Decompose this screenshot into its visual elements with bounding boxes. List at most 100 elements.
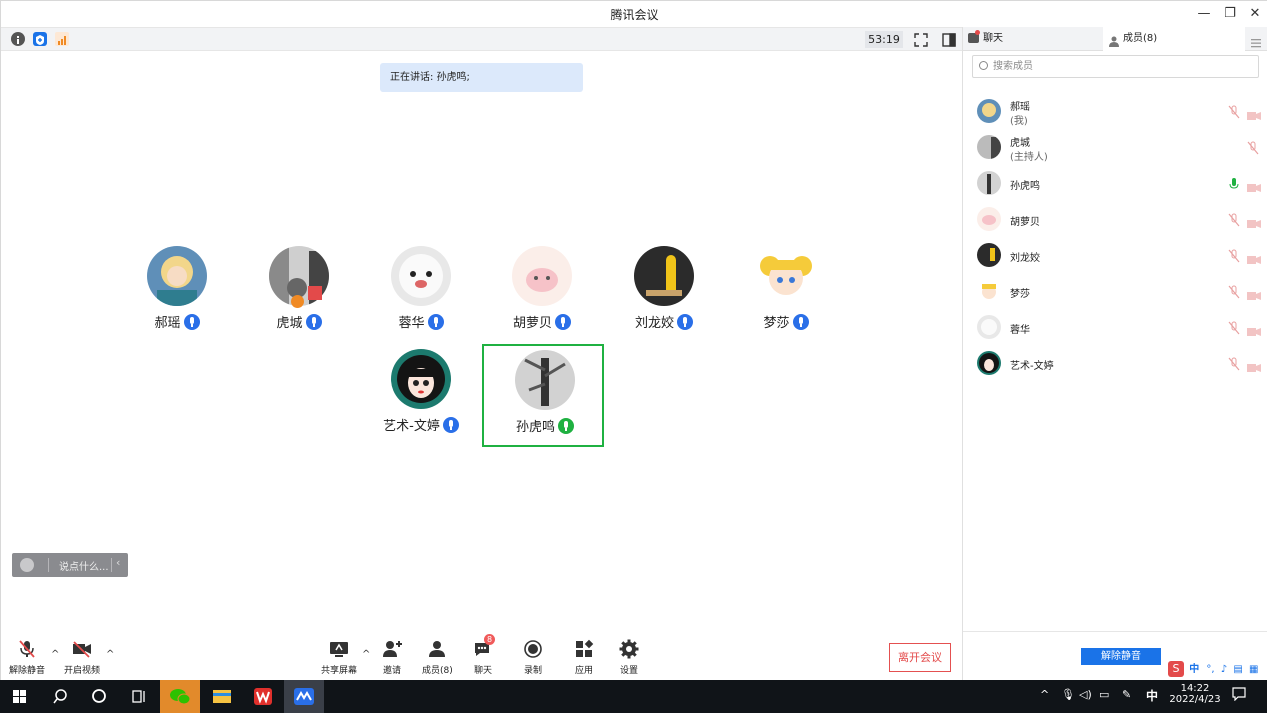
quick-chat-input[interactable]: 说点什么... ‹ bbox=[12, 553, 128, 577]
ime-mode-indicator[interactable]: 中 bbox=[1146, 687, 1158, 720]
wechat-icon[interactable] bbox=[160, 680, 200, 713]
member-row[interactable]: 虎城 (主持人) bbox=[963, 130, 1267, 164]
pen-tray-icon[interactable]: ✎ bbox=[1122, 688, 1131, 721]
camera-off-icon[interactable] bbox=[1247, 286, 1261, 300]
share-options-caret-icon[interactable]: ^ bbox=[362, 649, 370, 660]
invite-label: 邀请 bbox=[382, 666, 401, 676]
restore-button[interactable]: ❐ bbox=[1218, 4, 1242, 24]
mic-muted-icon[interactable] bbox=[1228, 104, 1240, 119]
wps-office-icon[interactable] bbox=[243, 680, 283, 713]
unmute-all-button[interactable]: 解除静音 bbox=[1081, 648, 1161, 665]
settings-button[interactable]: 设置 bbox=[619, 639, 639, 676]
unmute-button[interactable]: 解除静音 bbox=[9, 639, 45, 676]
mic-icon bbox=[183, 314, 200, 330]
mic-muted-icon[interactable] bbox=[1247, 140, 1259, 155]
participant-name: 孙虎鸣 bbox=[515, 420, 555, 435]
search-placeholder: 搜索成员 bbox=[993, 61, 1033, 72]
sidebar-tabs: 聊天 成员(8) bbox=[963, 27, 1267, 51]
mic-speaking-icon[interactable] bbox=[1228, 176, 1240, 190]
member-row[interactable]: 蓉华 bbox=[963, 310, 1267, 344]
participant-tile[interactable]: 郝瑶 bbox=[116, 246, 238, 348]
camera-off-icon[interactable] bbox=[1247, 250, 1261, 264]
members-button[interactable]: 成员(8) bbox=[422, 639, 453, 676]
participant-tile[interactable]: 艺术-文婷 bbox=[360, 349, 482, 451]
member-row[interactable]: 郝瑶 (我) bbox=[963, 94, 1267, 128]
mic-muted-icon[interactable] bbox=[1228, 284, 1240, 299]
video-options-caret-icon[interactable]: ^ bbox=[106, 649, 114, 660]
video-area: 正在讲话: 孙虎鸣; 郝瑶 虎城 蓉华 胡萝贝 刘龙姣 梦莎 艺术-文婷 孙虎鸣… bbox=[1, 51, 962, 631]
apps-button[interactable]: 应用 bbox=[574, 639, 594, 676]
member-row[interactable]: 孙虎鸣 bbox=[963, 166, 1267, 200]
camera-off-icon[interactable] bbox=[1247, 106, 1261, 120]
record-button[interactable]: 录制 bbox=[523, 639, 543, 676]
member-search-input[interactable]: 搜索成员 bbox=[972, 55, 1259, 78]
microphone-tray-icon[interactable]: 🎙 bbox=[1061, 688, 1075, 721]
members-icon bbox=[427, 639, 447, 659]
notification-center-icon[interactable] bbox=[1232, 687, 1246, 720]
camera-off-icon[interactable] bbox=[1247, 358, 1261, 372]
sidebar-toggle-icon[interactable] bbox=[942, 32, 956, 47]
clock[interactable]: 14:22 2022/4/23 bbox=[1166, 683, 1224, 716]
start-video-button[interactable]: 开启视频 bbox=[64, 639, 100, 676]
security-shield-icon[interactable] bbox=[33, 32, 47, 46]
tab-members-label: 成员(8) bbox=[1123, 33, 1158, 44]
participant-tile[interactable]: 梦莎 bbox=[725, 246, 847, 348]
collapse-chevron-icon[interactable]: ‹ bbox=[116, 556, 120, 569]
unmute-label: 解除静音 bbox=[9, 666, 46, 676]
tencent-meeting-icon[interactable] bbox=[284, 680, 324, 713]
clock-time: 14:22 bbox=[1180, 683, 1210, 694]
ime-toolbar[interactable]: S 中 °, ♪ ▤ ▦ bbox=[1168, 660, 1266, 678]
search-icon[interactable] bbox=[40, 680, 80, 713]
tab-chat[interactable]: 聊天 bbox=[963, 27, 1103, 51]
minimize-button[interactable]: — bbox=[1192, 4, 1216, 24]
file-explorer-icon[interactable] bbox=[202, 680, 242, 713]
camera-off-icon[interactable] bbox=[1247, 214, 1261, 228]
tab-chat-label: 聊天 bbox=[983, 33, 1003, 44]
menu-icon[interactable] bbox=[1251, 33, 1261, 48]
participant-tile[interactable]: 刘龙姣 bbox=[603, 246, 725, 348]
mic-muted-icon[interactable] bbox=[1228, 320, 1240, 335]
cortana-icon[interactable] bbox=[79, 680, 119, 713]
info-icon[interactable] bbox=[11, 32, 25, 46]
close-button[interactable]: ✕ bbox=[1243, 4, 1267, 24]
task-view-icon[interactable] bbox=[119, 680, 159, 713]
participant-tile[interactable]: 胡萝贝 bbox=[481, 246, 603, 348]
member-name: 孙虎鸣 bbox=[1010, 181, 1040, 192]
member-row[interactable]: 梦莎 bbox=[963, 274, 1267, 308]
mic-muted-icon[interactable] bbox=[1228, 248, 1240, 263]
leave-meeting-button[interactable]: 离开会议 bbox=[889, 643, 951, 672]
camera-off-icon[interactable] bbox=[1247, 322, 1261, 336]
fullscreen-icon[interactable] bbox=[914, 32, 928, 47]
search-icon bbox=[979, 61, 988, 70]
start-button[interactable] bbox=[0, 680, 40, 713]
member-row[interactable]: 刘龙姣 bbox=[963, 238, 1267, 272]
participant-name: 虎城 bbox=[276, 316, 303, 331]
invite-button[interactable]: 邀请 bbox=[382, 639, 402, 676]
member-name: 刘龙姣 bbox=[1010, 253, 1040, 264]
participant-tile[interactable]: 蓉华 bbox=[360, 246, 482, 348]
member-row[interactable]: 艺术-文婷 bbox=[963, 346, 1267, 380]
share-screen-button[interactable]: 共享屏幕 bbox=[321, 639, 357, 676]
participant-tile[interactable]: 虎城 bbox=[238, 246, 360, 348]
avatar bbox=[977, 351, 1001, 375]
battery-tray-icon[interactable]: ▭ bbox=[1099, 688, 1109, 721]
avatar bbox=[977, 279, 1001, 303]
avatar bbox=[147, 246, 207, 306]
participant-tile-speaking[interactable]: 孙虎鸣 bbox=[482, 344, 604, 447]
camera-off-icon[interactable] bbox=[1247, 178, 1261, 192]
mic-muted-icon[interactable] bbox=[1228, 356, 1240, 371]
mic-muted-icon[interactable] bbox=[1228, 212, 1240, 227]
chat-button[interactable]: 8 聊天 bbox=[473, 634, 495, 676]
member-row[interactable]: 胡萝贝 bbox=[963, 202, 1267, 236]
meeting-info-bar: 53:19 bbox=[1, 27, 962, 51]
avatar bbox=[756, 246, 816, 306]
video-label: 开启视频 bbox=[64, 666, 101, 676]
audio-options-caret-icon[interactable]: ^ bbox=[51, 649, 59, 660]
emoji-icon[interactable] bbox=[20, 558, 34, 572]
tab-members[interactable]: 成员(8) bbox=[1103, 27, 1245, 51]
speaker-tray-icon[interactable]: ◁) bbox=[1079, 688, 1092, 721]
speaking-indicator: 正在讲话: 孙虎鸣; bbox=[380, 63, 583, 92]
windows-taskbar: ^ 🎙 ◁) ▭ ✎ 中 14:22 2022/4/23 bbox=[0, 680, 1267, 713]
signal-strength-icon[interactable] bbox=[55, 32, 69, 46]
show-hidden-icons-caret[interactable]: ^ bbox=[1040, 688, 1049, 721]
